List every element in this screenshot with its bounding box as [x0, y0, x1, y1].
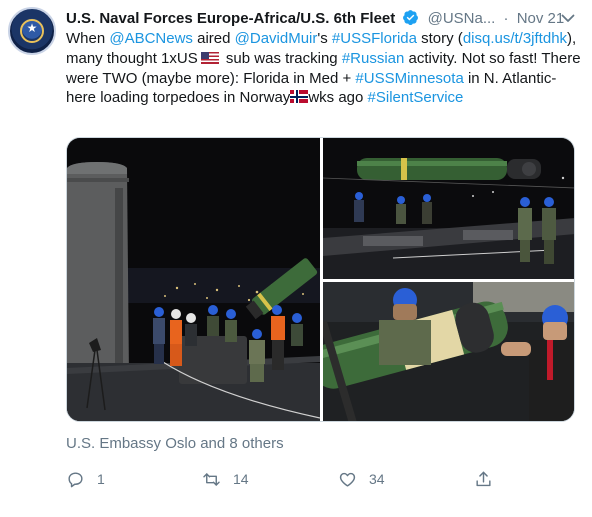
- star-icon: ★: [26, 21, 38, 35]
- sailors-torpedo-image: [323, 282, 574, 421]
- like-button[interactable]: 34: [338, 469, 385, 489]
- tweet-text-segment: When: [66, 30, 110, 47]
- photo-submarine-dock[interactable]: [67, 138, 320, 421]
- heart-icon: [339, 472, 356, 487]
- tweet-text-segment: sub was tracking: [221, 49, 342, 67]
- author-handle[interactable]: @USNa...: [428, 10, 496, 27]
- liked-by-text[interactable]: U.S. Embassy Oslo and 8 others: [66, 435, 284, 453]
- norway-flag-icon: [290, 90, 309, 104]
- mention-link[interactable]: @ABCNews: [109, 30, 193, 47]
- reply-count: 1: [97, 471, 105, 487]
- chevron-down-icon[interactable]: [561, 13, 575, 23]
- reply-icon: [68, 471, 83, 487]
- tweet-text-segment: 's: [317, 30, 332, 47]
- tweet-text-segment: story (: [416, 30, 463, 47]
- hashtag-link[interactable]: #USSFlorida: [332, 30, 417, 47]
- tweet-header: U.S. Naval Forces Europe-Africa/U.S. 6th…: [66, 9, 566, 29]
- separator-dot: ·: [503, 10, 509, 27]
- media-grid[interactable]: [66, 137, 575, 422]
- tweet-text-segment: aired: [192, 30, 235, 47]
- hashtag-link[interactable]: #USSMinnesota: [355, 70, 463, 87]
- tweet-text-segment: wks ago: [308, 89, 368, 107]
- reply-button[interactable]: 1: [66, 469, 105, 489]
- hashtag-link[interactable]: #SilentService: [368, 89, 464, 106]
- hashtag-link[interactable]: #Russian: [342, 50, 405, 67]
- photo-torpedo-lift[interactable]: [323, 138, 574, 279]
- photo-sailors-torpedo[interactable]: [323, 282, 574, 421]
- retweet-button[interactable]: 14: [202, 469, 249, 489]
- tweet-text: When @ABCNews aired @DavidMuir's #USSFlo…: [66, 29, 581, 108]
- tweet[interactable]: ★ U.S. Naval Forces Europe-Africa/U.S. 6…: [0, 0, 592, 517]
- like-count: 34: [369, 471, 385, 487]
- url-link[interactable]: disq.us/t/3jftdhk: [463, 30, 567, 47]
- retweet-icon: [203, 472, 220, 486]
- tweet-actions: 1 14 34: [66, 469, 491, 489]
- share-button[interactable]: [474, 469, 493, 489]
- tweet-date[interactable]: Nov 21: [517, 10, 565, 27]
- retweet-count: 14: [233, 471, 249, 487]
- submarine-dock-image: [67, 138, 320, 421]
- torpedo-lift-image: [323, 138, 574, 279]
- author-name[interactable]: U.S. Naval Forces Europe-Africa/U.S. 6th…: [66, 10, 395, 27]
- mention-link[interactable]: @DavidMuir: [235, 30, 318, 47]
- us-flag-icon: [200, 51, 219, 64]
- avatar[interactable]: ★: [8, 7, 56, 55]
- verified-badge-icon: [403, 10, 419, 26]
- share-icon: [476, 471, 491, 486]
